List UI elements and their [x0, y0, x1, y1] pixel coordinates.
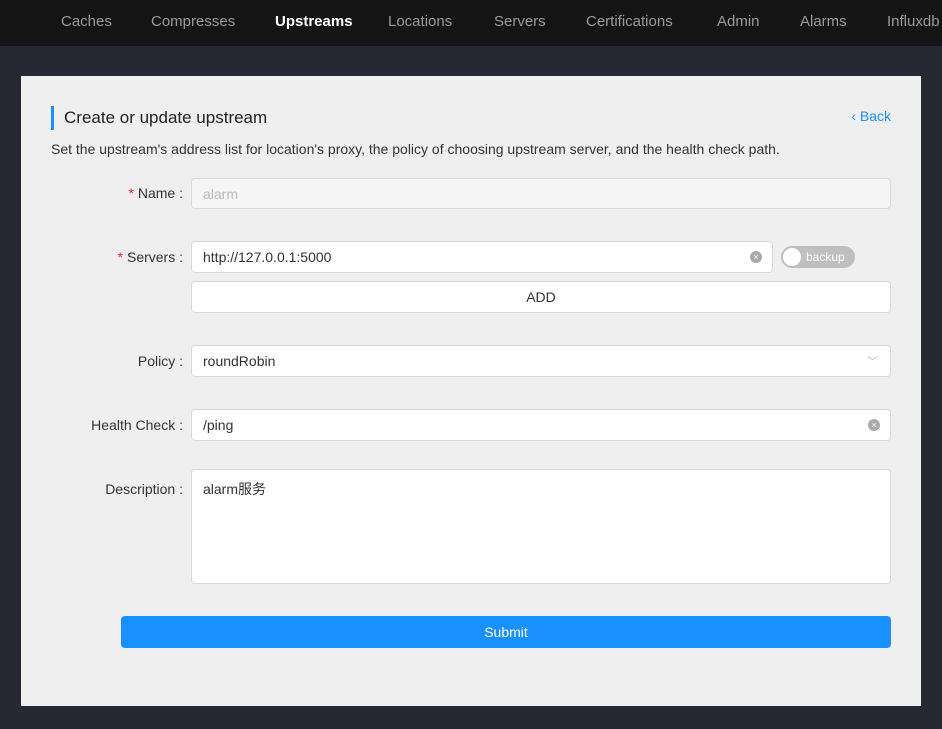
nav-compresses[interactable]: Compresses: [151, 13, 235, 30]
upstream-form-card: Create or update upstream ‹ Back Set the…: [21, 76, 921, 706]
nav-admin[interactable]: Admin: [717, 13, 760, 30]
name-input[interactable]: alarm: [191, 178, 891, 209]
nav-certifications[interactable]: Certifications: [586, 13, 673, 30]
page-title: Create or update upstream: [51, 106, 267, 130]
clear-icon[interactable]: ×: [750, 251, 762, 263]
health-check-label: Health Check :: [91, 417, 183, 433]
nav-upstreams[interactable]: Upstreams: [275, 13, 353, 30]
submit-button[interactable]: Submit: [121, 616, 891, 648]
clear-icon[interactable]: ×: [868, 419, 880, 431]
nav-servers[interactable]: Servers: [494, 13, 546, 30]
add-server-button[interactable]: ADD: [191, 281, 891, 313]
policy-label: Policy :: [137, 353, 183, 369]
description-label: Description :: [105, 481, 183, 497]
page-description: Set the upstream's address list for loca…: [51, 141, 780, 157]
name-label: * Name :: [128, 185, 183, 201]
servers-label: * Servers :: [117, 249, 183, 265]
back-link[interactable]: ‹ Back: [851, 108, 891, 124]
server-input[interactable]: http://127.0.0.1:5000 ×: [191, 241, 773, 273]
health-check-input[interactable]: /ping ×: [191, 409, 891, 441]
nav-alarms[interactable]: Alarms: [800, 13, 847, 30]
chevron-down-icon: ﹀: [867, 356, 878, 368]
chevron-left-icon: ‹: [851, 108, 860, 124]
description-textarea[interactable]: alarm服务: [191, 469, 891, 584]
nav-caches[interactable]: Caches: [61, 13, 112, 30]
backup-toggle[interactable]: backup: [781, 246, 855, 268]
nav-locations[interactable]: Locations: [388, 13, 452, 30]
policy-select[interactable]: roundRobin ﹀: [191, 345, 891, 377]
top-nav: Caches Compresses Upstreams Locations Se…: [0, 0, 942, 46]
nav-influxdb[interactable]: Influxdb: [887, 13, 940, 30]
